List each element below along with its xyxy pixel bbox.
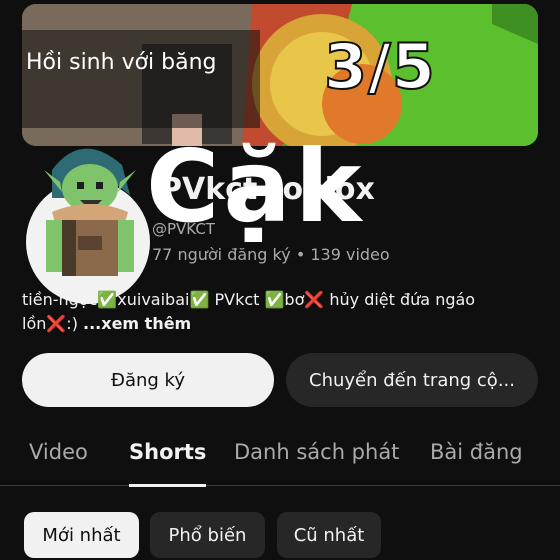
- subscriber-count: 77 người đăng ký: [152, 245, 291, 264]
- caption-backdrop: [22, 30, 260, 128]
- community-button[interactable]: Chuyển đến trang cộ...: [286, 353, 538, 407]
- channel-avatar[interactable]: [22, 148, 158, 304]
- tab-video[interactable]: Video: [29, 440, 88, 464]
- filter-popular-chip[interactable]: Phổ biến: [150, 512, 265, 558]
- channel-tabs: Video Shorts Danh sách phát Bài đăng: [0, 424, 560, 487]
- subscribe-button[interactable]: Đăng ký: [22, 353, 274, 407]
- channel-description[interactable]: tiền-ngọc✅xuivaibai✅ PVkct ✅bơ❌ hủy diệt…: [22, 288, 542, 336]
- description-line-2: lồn❌:): [22, 314, 84, 333]
- banner-counter: 3/5: [323, 29, 436, 104]
- channel-stats: 77 người đăng ký • 139 video: [152, 245, 390, 264]
- tab-playlists[interactable]: Danh sách phát: [234, 440, 399, 464]
- filter-oldest-chip[interactable]: Cũ nhất: [277, 512, 381, 558]
- tab-shorts[interactable]: Shorts: [129, 440, 207, 487]
- banner-caption: Hồi sinh với băng: [26, 50, 217, 75]
- goblin-avatar-icon: [44, 148, 136, 276]
- stats-separator: •: [295, 245, 306, 264]
- tab-posts[interactable]: Bài đăng: [430, 440, 523, 464]
- description-line-1: tiền-ngọc✅xuivaibai✅ PVkct ✅bơ❌ hủy diệt…: [22, 290, 476, 309]
- video-count: 139 video: [310, 245, 390, 264]
- channel-banner: Hồi sinh với băng 3/5: [22, 4, 538, 146]
- channel-handle: @PVKCT: [152, 220, 215, 238]
- read-more-link[interactable]: ...xem thêm: [83, 314, 191, 333]
- filter-newest-chip[interactable]: Mới nhất: [24, 512, 139, 558]
